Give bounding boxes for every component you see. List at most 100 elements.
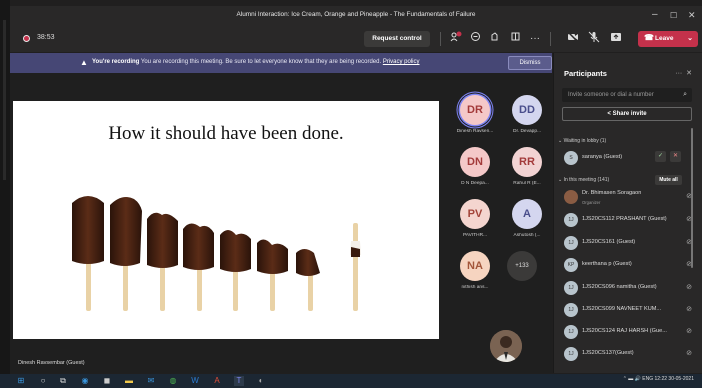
participant-row[interactable]: KP keerthana p (Guest) ⊘ [558,255,696,275]
participant-row[interactable]: 1J 1JS20CS124 RAJ HARSH (Gue... ⊘ [558,322,696,342]
privacy-policy-link[interactable]: Privacy policy [383,59,420,65]
avatar: 1J [564,213,578,227]
clock-time[interactable]: 12:22 [655,376,668,382]
share-invite-button[interactable]: < Share invite [562,107,692,121]
meeting-toolbar: 38:53 Request control ··· ☎ Leave ⌄ [10,26,702,52]
participant-tile[interactable]: DR Dinesh Ravsen... [450,95,500,139]
participant-tile[interactable]: A Ashutosh (... [502,199,552,243]
store-icon[interactable]: ◼ [102,376,112,386]
presenter-name: Dinesh Ravsembar (Guest) [18,360,85,366]
mute-all-button[interactable]: Mute all [655,175,682,185]
meeting-section-header[interactable]: ⌄ In this meeting (141) [558,177,609,183]
avatar: DR [460,95,490,125]
minimize-icon[interactable]: – [652,9,658,21]
more-options-icon[interactable]: ··· [675,70,682,77]
participants-icon[interactable] [448,31,464,47]
close-panel-icon[interactable]: ✕ [686,70,692,77]
participant-tile[interactable]: DN D N Deepa... [450,147,500,191]
left-edge [0,0,10,388]
camera-off-icon[interactable] [565,31,581,47]
participant-name: Ashutosh (... [513,233,541,238]
task-view-icon[interactable]: ⧉ [58,376,68,386]
mic-off-icon: ⊘ [686,284,692,291]
lobby-participant[interactable]: S saranya (Guest) ✓ ✕ [558,148,696,168]
deny-button[interactable]: ✕ [670,151,681,162]
participant-name: 1JS20CS161 (Guest) [582,239,636,245]
windows-start-icon[interactable]: ⊞ [16,376,26,386]
recording-banner: ▲ You're recording You are recording thi… [10,53,552,73]
acrobat-icon[interactable]: A [212,376,222,386]
mail-icon[interactable]: ✉ [146,376,156,386]
participant-name: Dr. Devapp... [513,129,541,134]
chrome-icon[interactable]: ◍ [168,376,178,386]
invite-input[interactable]: Invite someone or dial a number ⌕ [562,88,692,102]
chat-icon[interactable] [467,31,483,47]
participant-tile[interactable]: DD Dr. Devapp... [502,95,552,139]
more-options-icon[interactable]: ··· [527,31,543,47]
meeting-stage: How it should have been done. Dinesh Rav… [10,73,552,373]
participant-row[interactable]: 1J 1JS20CS096 namitha (Guest) ⊘ [558,278,696,298]
window-title: Alumni Interaction: Ice Cream, Orange an… [236,11,476,18]
panel-scrollbar[interactable] [691,128,693,268]
avatar: NA [460,251,490,281]
recording-icon [23,35,30,42]
word-icon[interactable]: W [190,376,200,386]
more-participants-button[interactable]: +133 [507,251,537,281]
language-indicator[interactable]: ENG [642,376,653,382]
search-icon[interactable]: ○ [38,376,48,386]
dismiss-button[interactable]: Dismiss [508,56,552,70]
participant-tile[interactable]: NA nithish ans... [450,251,500,295]
avatar: 1J [564,303,578,317]
teams-icon[interactable]: T [234,376,244,386]
participants-panel: Participants ··· ✕ Invite someone or dia… [553,53,702,373]
participant-name: PAVITHR... [462,233,488,238]
participant-tile[interactable]: RR Rahul R (E... [502,147,552,191]
participant-name: Dinesh Ravsen... [456,129,494,134]
participant-name: 1JS20CS137(Guest) [582,350,634,356]
avatar: 1J [564,236,578,250]
avatar: A [512,199,542,229]
participant-row[interactable]: 1J 1JS20CS099 NAVNEET KUM... ⊘ [558,300,696,320]
avatar: S [564,151,578,165]
title-bar: Alumni Interaction: Ice Cream, Orange an… [10,6,702,26]
teams-window: Alumni Interaction: Ice Cream, Orange an… [0,0,702,388]
participant-video[interactable] [490,330,522,362]
participant-name: D N Deepa... [461,181,489,186]
file-explorer-icon[interactable]: ▬ [124,376,134,386]
lobby-section-header[interactable]: ⌄ Waiting in lobby (1) [558,138,606,144]
popsicles-image [72,196,361,311]
close-icon[interactable]: ✕ [688,9,696,21]
avatar: 1J [564,347,578,361]
avatar: PV [460,199,490,229]
app-icon[interactable]: ◐ [256,376,266,386]
meeting-header-label: In this meeting (141) [563,177,610,183]
share-tray-icon[interactable] [608,31,624,47]
search-icon: ⌕ [683,91,687,98]
mic-off-icon[interactable] [586,31,602,47]
maximize-icon[interactable]: ☐ [670,10,677,22]
avatar: RR [512,147,542,177]
reactions-icon[interactable] [486,31,502,47]
tray-icons[interactable]: ⌃ ▬ 🔊 [623,376,641,382]
participant-row[interactable]: Dr. Bhimasen Soragaon Organizer ⊘ [558,187,696,207]
slide-title: How it should have been done. [108,123,344,144]
avatar: DN [460,147,490,177]
participant-tile[interactable]: PV PAVITHR... [450,199,500,243]
recording-text: You are recording this meeting. Be sure … [140,59,382,65]
share-icon: < [607,111,611,117]
chevron-down-icon[interactable]: ⌄ [687,34,693,42]
clock-date[interactable]: 30-05-2021 [668,376,694,382]
participant-name: Rahul R (E... [513,181,541,186]
rooms-icon[interactable] [507,31,523,47]
participant-row[interactable]: 1J 1JS20CS137(Guest) ⊘ [558,344,696,364]
request-control-button[interactable]: Request control [364,31,430,47]
meeting-timer: 38:53 [37,34,55,41]
participant-row[interactable]: 1J 1JS20CS112 PRASHANT (Guest) ⊘ [558,210,696,230]
edge-icon[interactable]: ◉ [80,376,90,386]
participant-row[interactable]: 1J 1JS20CS161 (Guest) ⊘ [558,233,696,253]
leave-button[interactable]: ☎ Leave ⌄ [638,31,698,47]
participant-name: 1JS20CS124 RAJ HARSH (Gue... [582,328,667,334]
invite-placeholder: Invite someone or dial a number [568,92,654,98]
panel-actions: ··· ✕ [675,69,692,77]
admit-button[interactable]: ✓ [655,151,666,162]
